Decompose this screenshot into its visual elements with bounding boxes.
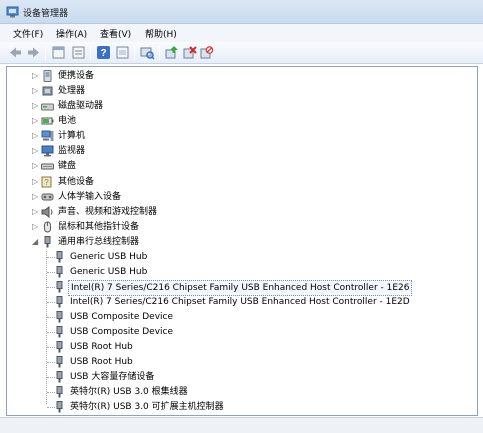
expand-arrow-icon[interactable]: ▷ [32, 206, 40, 218]
expand-arrow-icon[interactable]: ▷ [32, 221, 40, 233]
expand-arrow-icon[interactable]: ▷ [32, 176, 40, 188]
tree-item-label: 鼠标和其他指针设备 [58, 222, 140, 232]
usb-device-icon [56, 356, 63, 368]
console-icon[interactable] [115, 45, 130, 60]
usb-device-label: USB Composite Device [70, 312, 174, 322]
usb-device-icon [56, 326, 63, 338]
usb-device-label: Intel(R) 7 Series/C216 Chipset Family US… [68, 280, 413, 296]
forward-arrow-icon[interactable] [26, 45, 41, 60]
tree-connector [47, 377, 55, 378]
show-hide-icon[interactable] [71, 45, 86, 60]
usb-controller-icon [44, 236, 51, 248]
tree-item-label: 声音、视频和游戏控制器 [58, 207, 158, 217]
tree-item-label: 便携设备 [58, 71, 95, 81]
scan-hardware-icon[interactable] [140, 45, 155, 60]
tree-connector-line [46, 251, 47, 404]
tree-item-label: 键盘 [58, 161, 77, 171]
battery-icon [41, 117, 54, 125]
tree-item-label: 监视器 [58, 146, 86, 156]
device-manager-icon [6, 6, 19, 18]
expand-arrow-icon[interactable]: ▷ [32, 85, 40, 97]
computer-icon [41, 130, 54, 141]
tree-item-label: 人体学输入设备 [58, 192, 122, 202]
usb-device-label: Generic USB Hub [70, 252, 148, 262]
usb-device-icon [56, 401, 63, 413]
usb-device-icon [56, 341, 63, 353]
properties-icon[interactable] [51, 45, 66, 60]
tree-item-label: 其他设备 [58, 177, 95, 187]
usb-device-label: USB Root Hub [70, 357, 133, 367]
update-driver-icon[interactable] [164, 45, 179, 60]
usb-device-icon [56, 251, 63, 263]
expand-arrow-icon[interactable]: ▷ [32, 115, 40, 127]
menu-bar: 文件(F) 操作(A) 查看(V) 帮助(H) [0, 24, 483, 42]
tree-item-label: 计算机 [58, 131, 86, 141]
uninstall-icon[interactable] [182, 45, 197, 60]
toolbar-separator [45, 46, 46, 60]
collapse-arrow-icon[interactable]: ◢ [32, 236, 40, 248]
menu-help[interactable]: 帮助(H) [145, 27, 177, 40]
window-title: 设备管理器 [23, 9, 69, 19]
usb-device-icon [56, 371, 63, 383]
svg-text:?: ? [44, 178, 49, 187]
help-icon[interactable]: ? [96, 45, 111, 60]
usb-device-icon [56, 281, 63, 293]
menu-action[interactable]: 操作(A) [56, 27, 87, 40]
expand-arrow-icon[interactable]: ▷ [32, 100, 40, 112]
usb-device-icon [56, 296, 63, 308]
tree-connector [47, 347, 55, 348]
tree-connector [47, 287, 55, 288]
tree-connector [47, 332, 55, 333]
toolbar-separator [159, 46, 160, 60]
tree-item-label: 磁盘驱动器 [58, 101, 104, 111]
tree-connector [47, 392, 55, 393]
tree-connector [47, 302, 55, 303]
expand-arrow-icon[interactable]: ▷ [32, 130, 40, 142]
tree-connector [47, 407, 55, 408]
usb-device-label: Intel(R) 7 Series/C216 Chipset Family US… [70, 297, 410, 307]
back-arrow-icon[interactable] [8, 45, 23, 60]
tree-connector [47, 317, 55, 318]
menu-view[interactable]: 查看(V) [100, 27, 131, 40]
disk-drive-icon [41, 103, 54, 111]
portable-device-icon [43, 70, 52, 82]
mouse-icon [44, 221, 51, 233]
usb-device-label: 英特尔(R) USB 3.0 可扩展主机控制器 [70, 402, 224, 412]
tree-item-label: 通用串行总线控制器 [58, 237, 140, 247]
other-devices-icon: ? [41, 176, 52, 188]
title-bar: 设备管理器 [0, 0, 483, 24]
menu-file[interactable]: 文件(F) [13, 27, 43, 40]
sound-icon [41, 206, 53, 218]
usb-device-icon [56, 311, 63, 323]
expand-arrow-icon[interactable]: ▷ [32, 70, 40, 82]
toolbar-separator [134, 46, 135, 60]
monitor-icon [41, 145, 54, 157]
svg-text:?: ? [100, 48, 106, 59]
expand-arrow-icon[interactable]: ▷ [32, 191, 40, 203]
tree-connector [47, 257, 55, 258]
usb-device-label: USB Composite Device [70, 327, 174, 337]
tree-connector [47, 272, 55, 273]
keyboard-icon [41, 163, 54, 170]
processor-icon [42, 86, 53, 96]
hid-icon [41, 193, 54, 201]
tree-item-label: 电池 [58, 116, 77, 126]
toolbar: ? [0, 42, 483, 64]
tree-item-label: 处理器 [58, 86, 86, 96]
tree-connector [47, 362, 55, 363]
usb-device-icon [56, 266, 63, 278]
expand-arrow-icon[interactable]: ▷ [32, 160, 40, 172]
usb-device-label: USB 大容量存储设备 [70, 372, 155, 382]
disable-icon[interactable] [199, 45, 214, 60]
expand-arrow-icon[interactable]: ▷ [32, 145, 40, 157]
usb-device-label: 英特尔(R) USB 3.0 根集线器 [70, 387, 188, 397]
usb-device-icon [56, 386, 63, 398]
device-tree[interactable]: ▷ 便携设备 ▷ 处理器 ▷ 磁盘驱动器 ▷ 电池 ▷ 计算机 ▷ 监视器 ▷ … [6, 66, 478, 416]
toolbar-separator [90, 46, 91, 60]
usb-device-label: USB Root Hub [70, 342, 133, 352]
status-bar [0, 417, 483, 433]
usb-device-label: Generic USB Hub [70, 267, 148, 277]
